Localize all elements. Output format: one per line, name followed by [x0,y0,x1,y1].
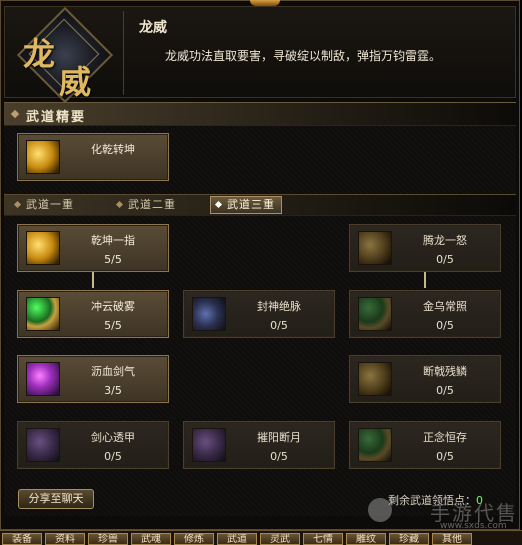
diamond-bullet-icon [13,200,22,209]
skill-level: 5/5 [104,253,122,266]
skill-card[interactable]: 断戟残鳞 0/5 [349,355,501,403]
purple-blade-icon [26,428,60,462]
emblem-char-1: 龙 [23,35,56,73]
skill-name: 金乌常照 [423,300,467,313]
skill-level: 3/5 [104,384,122,397]
menu-item-emotions[interactable]: 七情 [303,533,343,545]
skill-name: 剑心透甲 [91,431,135,444]
blue-strike-icon [192,297,226,331]
skill-level: 0/5 [436,450,454,463]
green-mind-icon [358,428,392,462]
skill-name: 断戟残鳞 [423,365,467,378]
skill-card[interactable]: 沥血剑气 3/5 [17,355,169,403]
skill-card[interactable]: 正念恒存 0/5 [349,421,501,469]
tab-tier-3[interactable]: 武道三重 [210,196,282,214]
diamond-bullet-icon [214,200,223,209]
menu-item-equipment[interactable]: 装备 [2,533,42,545]
tier-tabs: 武道一重 武道二重 武道三重 [4,194,516,216]
skill-level: 0/5 [436,319,454,332]
gold-fist-icon [26,140,60,174]
skill-level: 0/5 [270,450,288,463]
emblem-char-2: 威 [59,63,92,101]
skill-name: 化乾转坤 [91,143,135,156]
skill-name: 沥血剑气 [91,365,135,378]
menu-item-engraving[interactable]: 雕纹 [346,533,386,545]
skill-name: 腾龙一怒 [423,234,467,247]
skill-name: 封神绝脉 [257,300,301,313]
skill-card[interactable]: 乾坤一指 5/5 [17,224,169,272]
menu-item-martial-way[interactable]: 武道 [217,533,257,545]
skill-emblem: 龙 威 [13,6,114,104]
skill-header: 龙 威 龙威 龙威功法直取要害，寻破绽以制敌，弹指万钧雷霆。 [4,6,516,104]
diamond-bullet-icon [10,109,20,119]
skill-level: 0/5 [436,384,454,397]
skill-name: 摧阳断月 [257,431,301,444]
tab-tier-1[interactable]: 武道一重 [10,197,80,213]
skill-level: 0/5 [104,450,122,463]
bottom-menu-bar: 装备 资料 珍兽 武魂 修炼 武道 灵武 七情 雕纹 珍藏 其他 [0,530,522,545]
tab-label: 武道三重 [227,198,275,211]
skill-card[interactable]: 腾龙一怒 0/5 [349,224,501,272]
menu-item-other[interactable]: 其他 [432,533,472,545]
skill-description: 龙威功法直取要害，寻破绽以制敌，弹指万钧雷霆。 [165,49,442,63]
green-swirl-fist-icon [26,297,60,331]
menu-item-cultivation[interactable]: 修炼 [174,533,214,545]
diamond-bullet-icon [115,200,124,209]
skill-card[interactable]: 金乌常照 0/5 [349,290,501,338]
tab-label: 武道二重 [128,198,176,211]
skill-name: 正念恒存 [423,431,467,444]
skill-title: 龙威 [139,20,167,36]
skill-level: 0/5 [270,319,288,332]
share-to-chat-button[interactable]: 分享至聊天 [18,489,94,509]
menu-item-martial-soul[interactable]: 武魂 [131,533,171,545]
skill-card[interactable]: 冲云破雾 5/5 [17,290,169,338]
skill-card[interactable]: 封神绝脉 0/5 [183,290,335,338]
skill-card[interactable]: 摧阳断月 0/5 [183,421,335,469]
purple-moon-icon [192,428,226,462]
skill-connector-line [424,272,426,288]
purple-sword-qi-icon [26,362,60,396]
green-sun-icon [358,297,392,331]
essentials-section-bar: 武道精要 [4,102,516,126]
tab-tier-2[interactable]: 武道二重 [112,197,182,213]
menu-item-profile[interactable]: 资料 [45,533,85,545]
skill-name: 乾坤一指 [91,234,135,247]
header-divider [123,11,124,95]
gold-halberd-icon [358,362,392,396]
menu-item-pets[interactable]: 珍兽 [88,533,128,545]
gold-finger-icon [26,231,60,265]
essentials-skill-card[interactable]: 化乾转坤 [17,133,169,181]
watermark-mascot-icon [368,498,392,522]
skill-name: 冲云破雾 [91,300,135,313]
essentials-section-title: 武道精要 [26,110,87,125]
skill-card[interactable]: 剑心透甲 0/5 [17,421,169,469]
skill-level: 0/5 [436,253,454,266]
skill-level: 5/5 [104,319,122,332]
skill-connector-line [92,272,94,288]
tab-label: 武道一重 [26,198,74,211]
menu-item-spirit-weapon[interactable]: 灵武 [260,533,300,545]
gold-dragon-icon [358,231,392,265]
menu-item-collection[interactable]: 珍藏 [389,533,429,545]
